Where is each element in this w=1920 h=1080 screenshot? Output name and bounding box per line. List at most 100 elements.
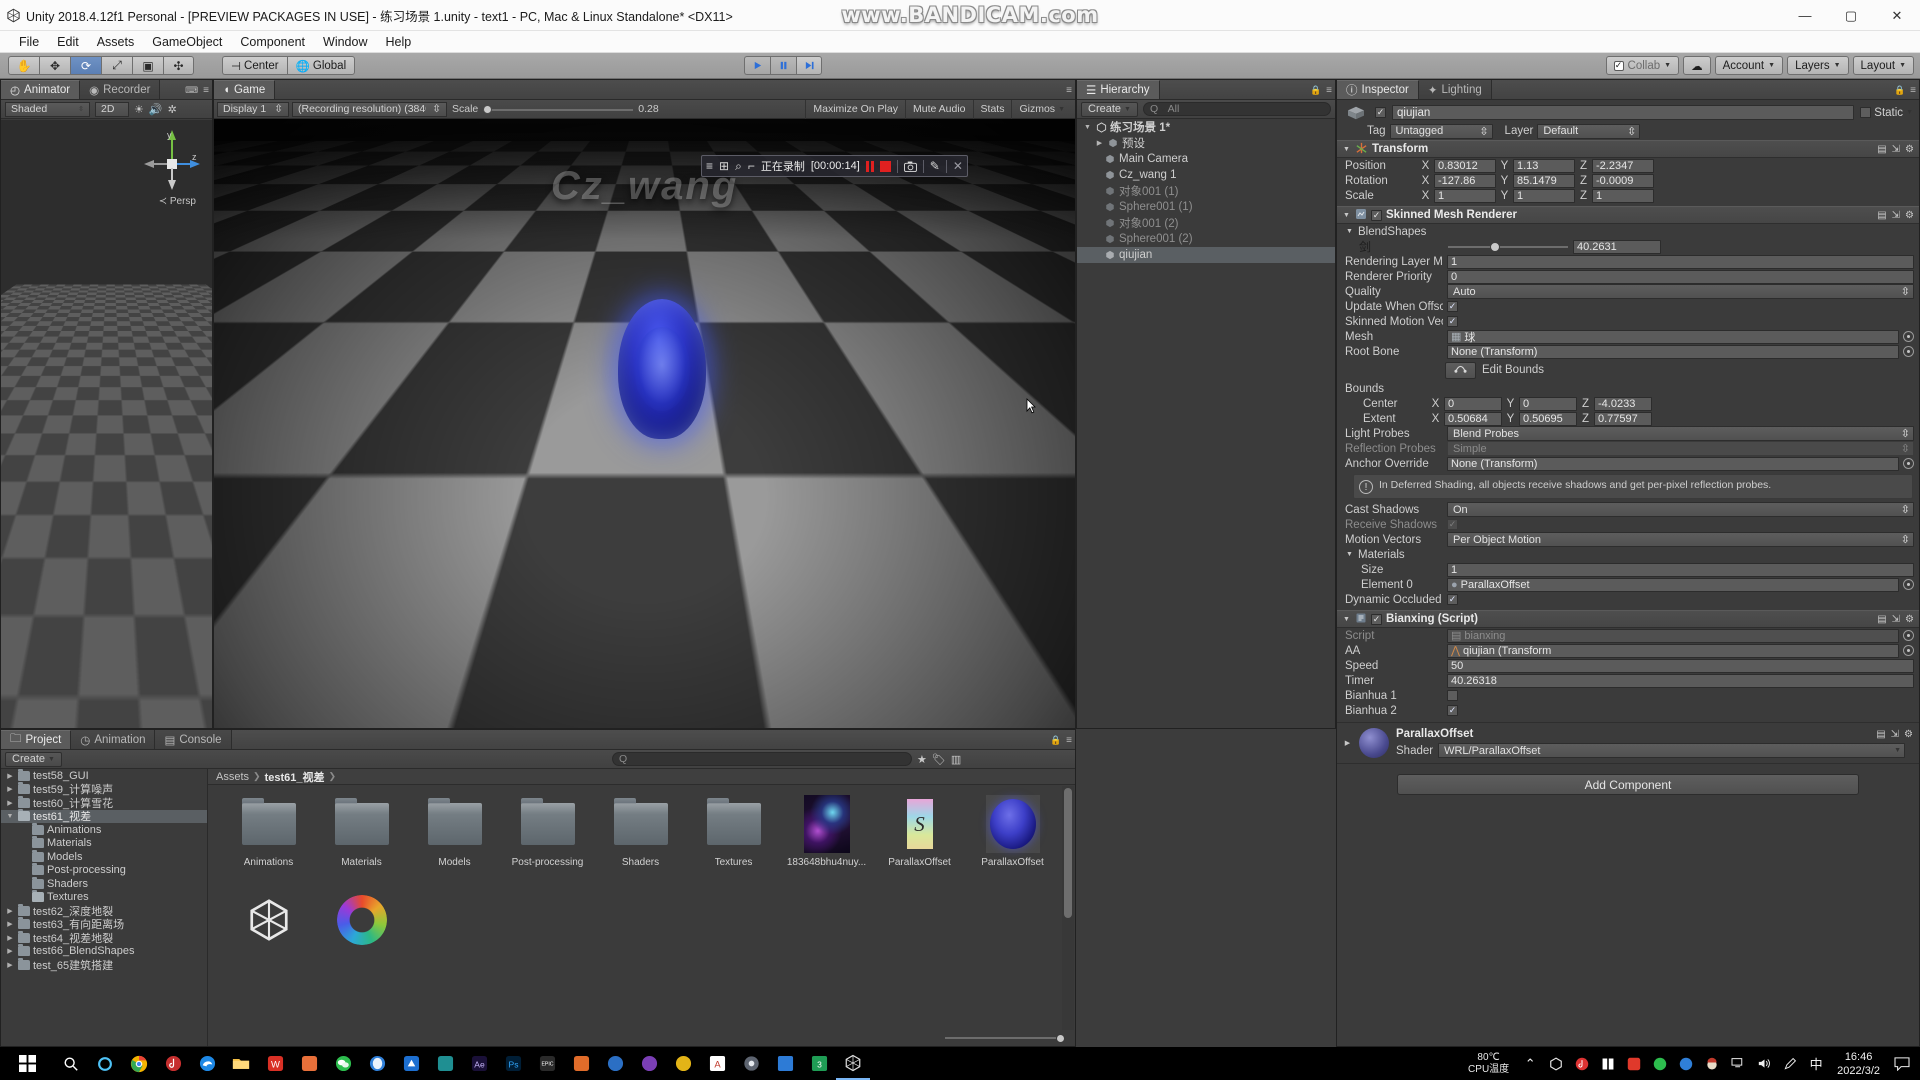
- breadcrumb-current[interactable]: test61_视差: [265, 769, 325, 785]
- hierarchy-item-sphere001-1[interactable]: Sphere001 (1): [1077, 199, 1335, 215]
- fold-arrow-icon[interactable]: ▼: [1342, 212, 1351, 219]
- recorder-pause-button[interactable]: [865, 160, 874, 172]
- tray-app-character-icon[interactable]: [1699, 1047, 1725, 1080]
- tab-animator[interactable]: ◴ Animator: [1, 80, 81, 99]
- taskbar-app-orange2-icon[interactable]: [564, 1047, 598, 1080]
- asset-size-slider[interactable]: [945, 1032, 1065, 1044]
- project-tree-item[interactable]: Shaders: [1, 876, 207, 891]
- taskbar-cortana-icon[interactable]: [88, 1047, 122, 1080]
- help-icon[interactable]: ▤: [1877, 210, 1886, 221]
- shader-dropdown[interactable]: WRL/ParallaxOffset ▼: [1438, 743, 1905, 758]
- scale-tool-icon[interactable]: ⤢: [101, 56, 132, 75]
- center-z-field[interactable]: -4.0233: [1594, 396, 1652, 411]
- speed-field[interactable]: 50: [1447, 658, 1914, 673]
- center-x-field[interactable]: 0: [1444, 396, 1502, 411]
- scene-orientation-gizmo[interactable]: y z: [142, 126, 202, 196]
- extent-z-field[interactable]: 0.77597: [1594, 411, 1652, 426]
- anchor-override-field[interactable]: None (Transform): [1447, 456, 1899, 471]
- layout-button[interactable]: Layout ▼: [1852, 56, 1914, 75]
- filter-label-icon[interactable]: 🏷: [932, 753, 946, 766]
- root-bone-picker-icon[interactable]: [1903, 346, 1914, 357]
- preset-icon[interactable]: ⇲: [1892, 144, 1900, 155]
- asset-item[interactable]: Shaders: [594, 795, 687, 891]
- project-scroll-thumb[interactable]: [1064, 788, 1072, 918]
- hierarchy-item-duixiang001-2[interactable]: 对象001 (2): [1077, 215, 1335, 231]
- asset-item[interactable]: Textures: [687, 795, 780, 891]
- hierarchy-item-sphere001-2[interactable]: Sphere001 (2): [1077, 231, 1335, 247]
- blendshape-value-field[interactable]: 40.2631: [1573, 239, 1661, 254]
- aa-field[interactable]: ⋀ qiujian (Transform: [1447, 643, 1899, 658]
- hierarchy-tree[interactable]: ▼ 练习场景 1* ▶ 预设 Main Camera Cz_wang 1 对象0…: [1077, 119, 1335, 728]
- resolution-dropdown[interactable]: (Recording resolution) (3840 ⇳: [292, 101, 447, 117]
- handle-mode-button[interactable]: 🌐 Global: [286, 56, 356, 75]
- hierarchy-item-duixiang001-1[interactable]: 对象001 (1): [1077, 183, 1335, 199]
- display-dropdown[interactable]: Display 1 ⇳: [217, 101, 289, 117]
- panel-menu-icon[interactable]: ≡: [1066, 735, 1072, 746]
- taskbar-unity-icon[interactable]: [836, 1047, 870, 1080]
- rotation-y-field[interactable]: 85.1479: [1513, 173, 1575, 188]
- gear-icon[interactable]: ⚙: [1904, 729, 1913, 740]
- rotation-z-field[interactable]: -0.0009: [1592, 173, 1654, 188]
- tab-recorder[interactable]: ◉ Recorder: [80, 80, 161, 99]
- gear-icon[interactable]: ⚙: [1905, 614, 1914, 625]
- project-folder-tree[interactable]: ▶ test58_GUI ▶ test59_计算噪声 ▶ test60_计算雪花 ▼ test…: [1, 769, 208, 1046]
- tray-unity-hub-icon[interactable]: [1543, 1047, 1569, 1080]
- timer-field[interactable]: 40.26318: [1447, 673, 1914, 688]
- project-tree-item[interactable]: ▶ test64_视差地裂: [1, 930, 207, 945]
- element0-picker-icon[interactable]: [1903, 579, 1914, 590]
- menu-edit[interactable]: Edit: [48, 33, 88, 51]
- expand-arrow-icon[interactable]: ▶: [5, 799, 15, 807]
- project-panel-menu[interactable]: 🔒 ≡: [1050, 735, 1072, 746]
- expand-arrow-icon[interactable]: ▶: [5, 947, 15, 955]
- taskbar-netease-icon[interactable]: [156, 1047, 190, 1080]
- tab-game[interactable]: ◖ Game: [214, 80, 276, 99]
- recorder-pencil-icon[interactable]: ✎: [930, 159, 940, 173]
- 2d-toggle-button[interactable]: 2D: [95, 101, 129, 117]
- bianhua1-checkbox[interactable]: [1447, 690, 1458, 701]
- menu-component[interactable]: Component: [231, 33, 314, 51]
- lock-icon[interactable]: 🔒: [1310, 85, 1321, 96]
- taskbar-edge-icon[interactable]: [190, 1047, 224, 1080]
- tray-network-icon[interactable]: [1725, 1047, 1751, 1080]
- lock-icon[interactable]: ⌨: [185, 85, 198, 96]
- project-tree-item[interactable]: Materials: [1, 836, 207, 851]
- breadcrumb-assets[interactable]: Assets: [216, 771, 249, 783]
- taskbar-app-blue2-icon[interactable]: [394, 1047, 428, 1080]
- rendering-layer-mask-field[interactable]: 1: [1447, 254, 1914, 269]
- hierarchy-item-prefab[interactable]: ▶ 预设: [1077, 135, 1335, 151]
- recorder-zoom-icon[interactable]: ⌕: [735, 159, 742, 174]
- pause-button[interactable]: [770, 56, 796, 75]
- static-toggle[interactable]: Static ▼: [1860, 107, 1913, 119]
- motion-vectors-dropdown[interactable]: Per Object Motion ⇳: [1447, 532, 1914, 547]
- taskbar-app-blue4-icon[interactable]: [768, 1047, 802, 1080]
- project-tree-item[interactable]: Post-processing: [1, 863, 207, 878]
- add-component-button[interactable]: Add Component: [1397, 774, 1859, 795]
- project-tree-item[interactable]: Animations: [1, 822, 207, 837]
- play-button[interactable]: [744, 56, 770, 75]
- recorder-window-icon[interactable]: ⊞: [719, 159, 729, 173]
- scene-projection-label[interactable]: ≺ Persp: [159, 196, 196, 207]
- rotate-tool-icon[interactable]: ⟳: [70, 56, 101, 75]
- move-tool-icon[interactable]: ✥: [39, 56, 70, 75]
- hierarchy-item-scene[interactable]: ▼ 练习场景 1*: [1077, 119, 1335, 135]
- extent-y-field[interactable]: 0.50695: [1519, 411, 1577, 426]
- element0-field[interactable]: ● ParallaxOffset: [1447, 577, 1899, 592]
- blendshape-slider-knob[interactable]: [1490, 241, 1501, 252]
- inspector-panel-menu[interactable]: 🔒 ≡: [1894, 85, 1916, 96]
- gear-icon[interactable]: ⚙: [1905, 144, 1914, 155]
- taskbar-search-icon[interactable]: [54, 1047, 88, 1080]
- game-panel-menu[interactable]: ≡: [1066, 85, 1072, 96]
- script-enabled-checkbox[interactable]: [1371, 613, 1382, 625]
- taskbar-explorer-icon[interactable]: [224, 1047, 258, 1080]
- asset-item[interactable]: [315, 891, 408, 987]
- size-field[interactable]: 1: [1447, 562, 1914, 577]
- position-z-field[interactable]: -2.2347: [1592, 158, 1654, 173]
- static-checkbox[interactable]: [1860, 107, 1872, 118]
- fold-arrow-icon[interactable]: ▼: [1345, 551, 1354, 558]
- fold-arrow-icon[interactable]: ▶: [1343, 739, 1352, 747]
- dynamic-occluded-checkbox[interactable]: [1447, 594, 1458, 605]
- smr-component-header[interactable]: ▼ Skinned Mesh Renderer ▤ ⇲ ⚙: [1337, 206, 1919, 224]
- asset-size-knob[interactable]: [1056, 1033, 1065, 1043]
- tab-console[interactable]: ▤ Console: [155, 730, 232, 749]
- taskbar-chrome-icon[interactable]: [122, 1047, 156, 1080]
